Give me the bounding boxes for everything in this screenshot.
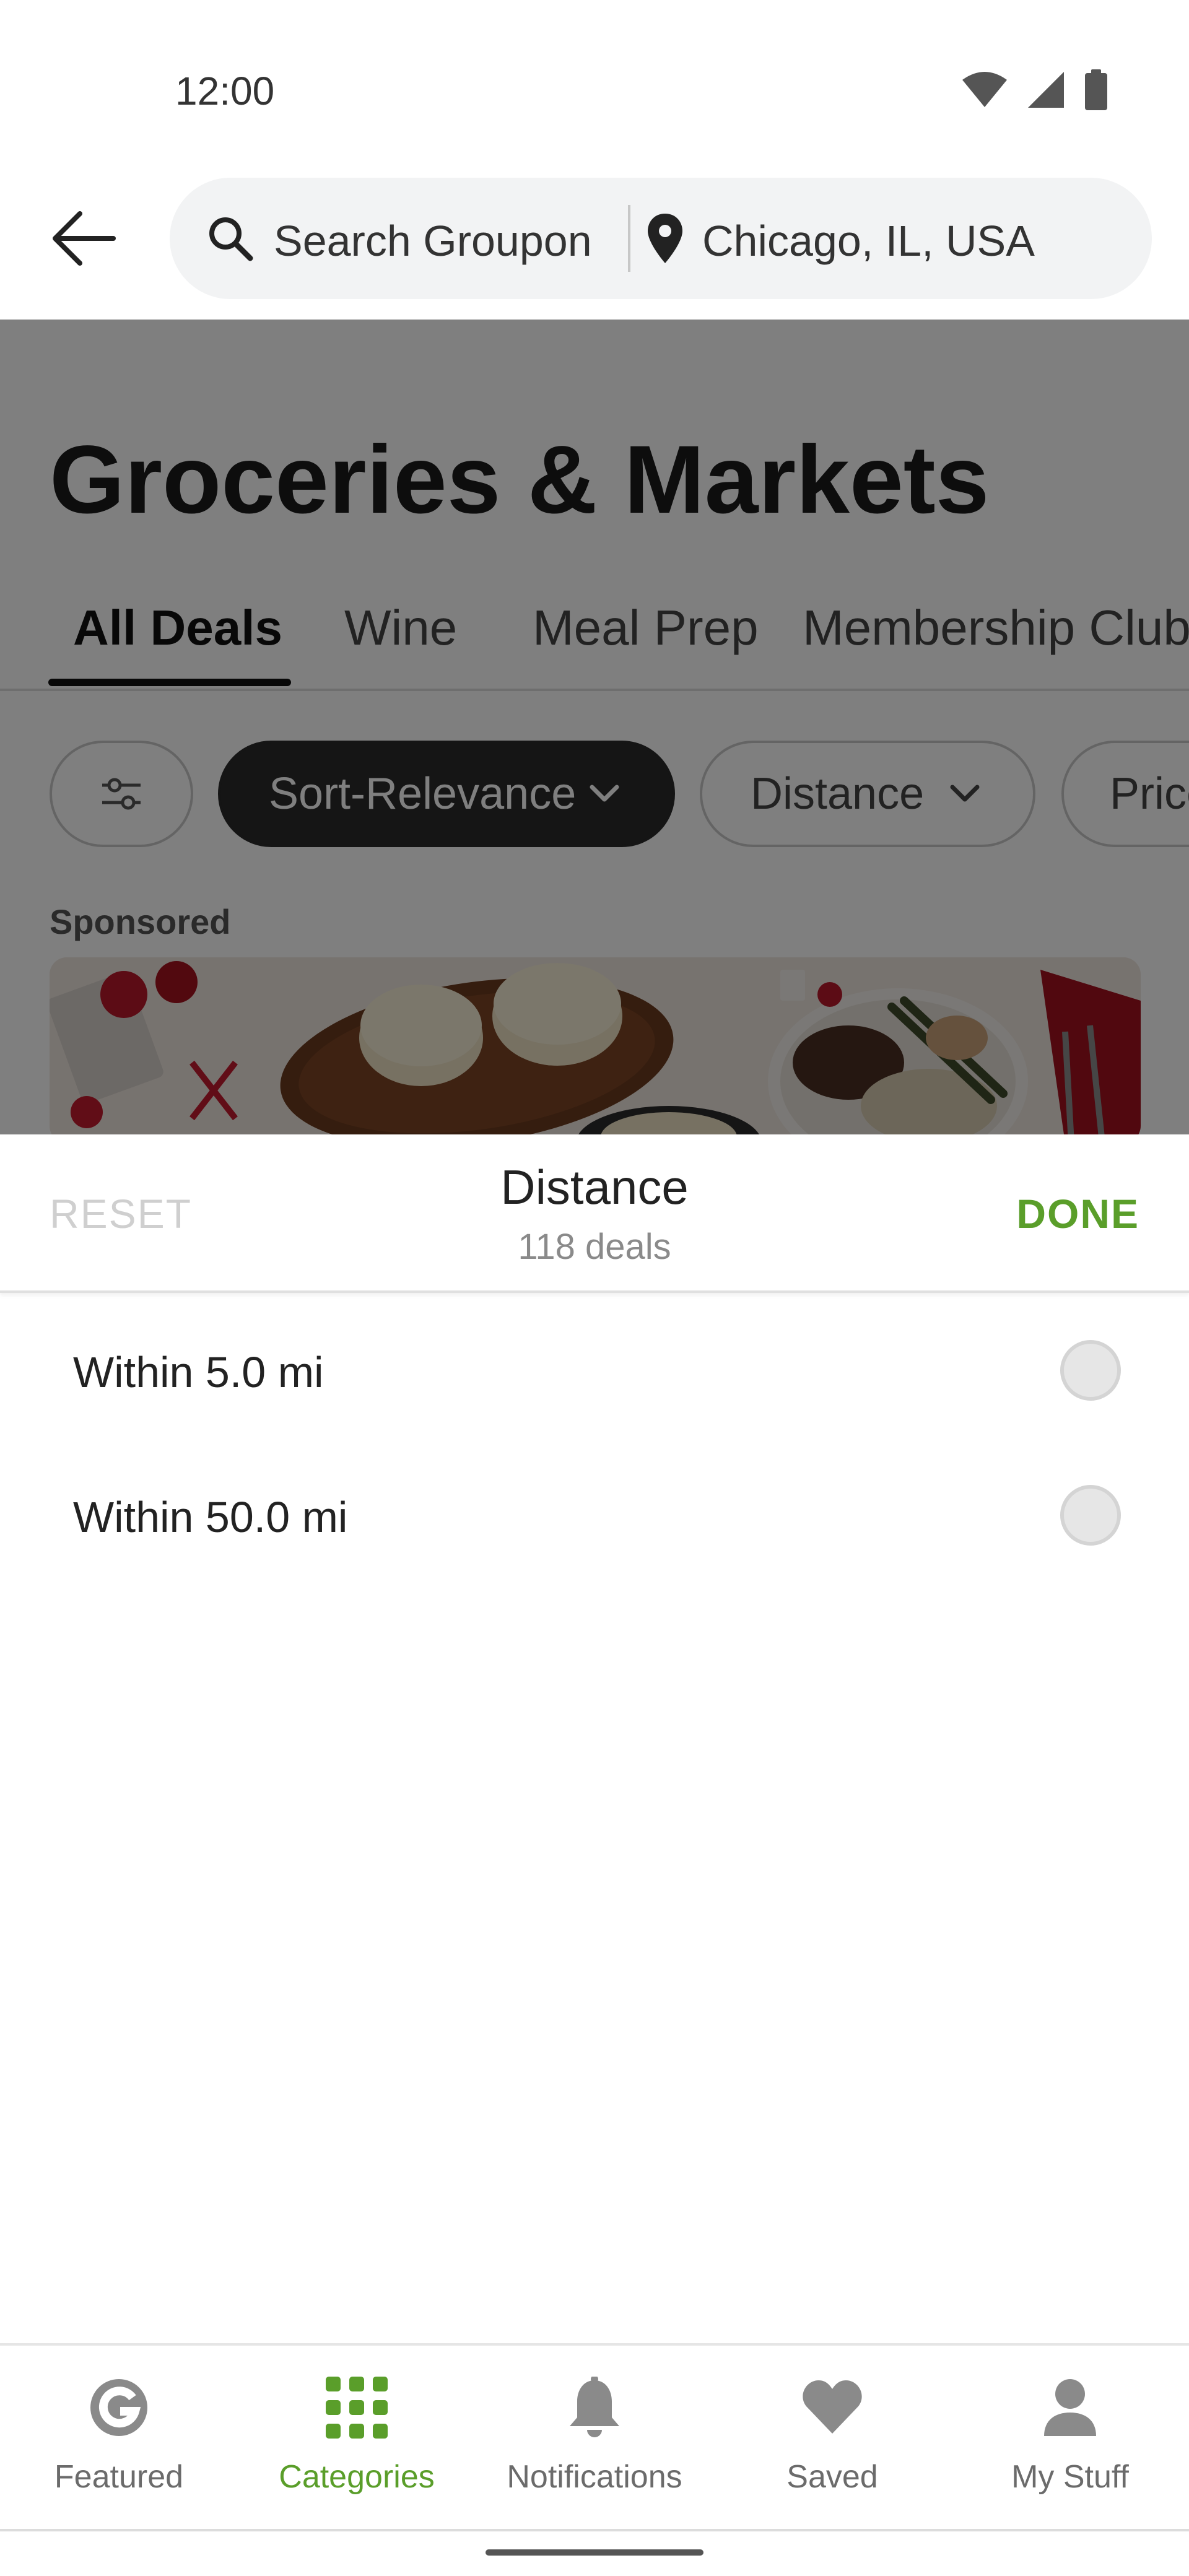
nav-label: My Stuff bbox=[1011, 2459, 1129, 2495]
back-button[interactable] bbox=[43, 198, 124, 279]
nav-label: Categories bbox=[279, 2459, 435, 2495]
nav-categories[interactable]: Categories bbox=[238, 2346, 476, 2531]
modal-scrim[interactable] bbox=[0, 320, 1189, 1134]
sheet-title: Distance bbox=[500, 1160, 689, 1214]
bottom-navigation: Featured Categories Notifications Saved bbox=[0, 2343, 1189, 2529]
radio-button[interactable] bbox=[1060, 1340, 1121, 1401]
option-within-5-mi[interactable]: Within 5.0 mi bbox=[0, 1298, 1189, 1443]
sheet-header: RESET Distance 118 deals DONE bbox=[0, 1134, 1189, 1293]
person-icon bbox=[1044, 2379, 1096, 2436]
nav-my-stuff[interactable]: My Stuff bbox=[951, 2346, 1189, 2531]
distance-sheet: RESET Distance 118 deals DONE Within 5.0… bbox=[0, 1134, 1189, 2343]
radio-button[interactable] bbox=[1060, 1485, 1121, 1546]
search-bar[interactable]: Search Groupon Chicago, IL, USA bbox=[170, 178, 1152, 299]
heart-icon bbox=[803, 2380, 862, 2434]
status-bar: 12:00 bbox=[0, 0, 1189, 173]
option-within-50-mi[interactable]: Within 50.0 mi bbox=[0, 1443, 1189, 1588]
top-bar: Search Groupon Chicago, IL, USA bbox=[0, 173, 1189, 320]
wifi-icon bbox=[962, 72, 1007, 107]
search-divider bbox=[628, 205, 630, 272]
option-label: Within 50.0 mi bbox=[73, 1493, 348, 1541]
done-button[interactable]: DONE bbox=[1016, 1190, 1139, 1237]
nav-label: Saved bbox=[786, 2459, 878, 2495]
nav-label: Notifications bbox=[507, 2459, 682, 2495]
nav-notifications[interactable]: Notifications bbox=[476, 2346, 713, 2531]
groupon-g-icon bbox=[90, 2379, 147, 2436]
nav-divider bbox=[0, 2529, 1189, 2531]
grid-icon bbox=[326, 2377, 388, 2439]
arrow-left-icon bbox=[53, 211, 116, 266]
nav-featured[interactable]: Featured bbox=[0, 2346, 238, 2531]
nav-label: Featured bbox=[54, 2459, 184, 2495]
home-indicator[interactable] bbox=[486, 2549, 703, 2556]
signal-icon bbox=[1028, 72, 1064, 108]
nav-saved[interactable]: Saved bbox=[713, 2346, 951, 2531]
status-icons bbox=[961, 69, 1108, 110]
location-pin-icon bbox=[648, 214, 682, 263]
location-input[interactable]: Chicago, IL, USA bbox=[702, 216, 1035, 266]
deal-count: 118 deals bbox=[518, 1227, 671, 1267]
option-label: Within 5.0 mi bbox=[73, 1348, 324, 1396]
search-icon bbox=[209, 217, 253, 261]
bell-icon bbox=[570, 2377, 619, 2437]
status-time: 12:00 bbox=[175, 69, 275, 113]
battery-icon bbox=[1085, 69, 1107, 110]
search-input[interactable]: Search Groupon bbox=[274, 216, 592, 266]
